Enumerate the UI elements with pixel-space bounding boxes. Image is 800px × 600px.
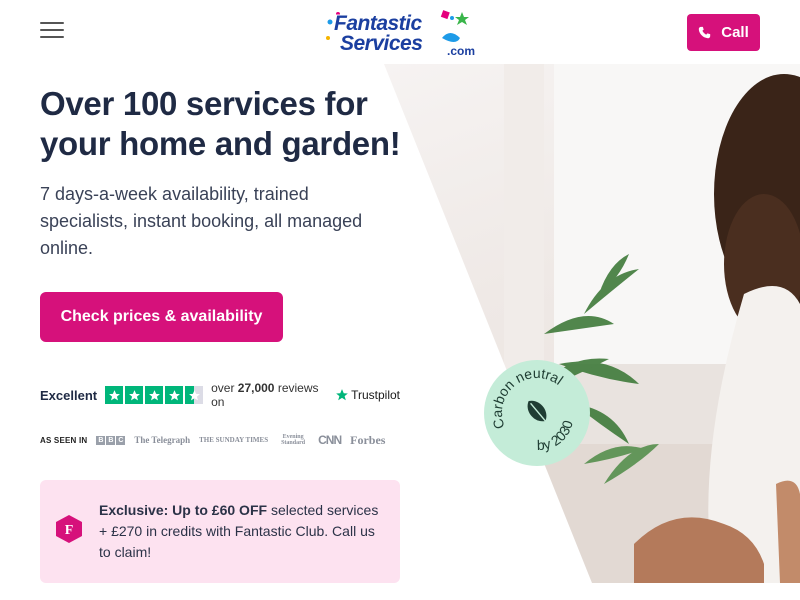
site-header: Fantastic Services .com Call [0, 0, 800, 64]
star-icon [105, 386, 124, 404]
as-seen-in-label: AS SEEN IN [40, 435, 88, 445]
cnn-logo: CNN [318, 433, 342, 447]
hamburger-icon[interactable] [40, 22, 64, 40]
carbon-neutral-badge: Carbon neutral by 2030 [484, 360, 590, 466]
as-seen-in-strip: AS SEEN IN BBC The Telegraph THE SUNDAY … [40, 432, 400, 448]
page-headline: Over 100 services for your home and gard… [40, 85, 401, 162]
trustpilot-rating-word: Excellent [40, 387, 98, 403]
hero-diagonal-mask [384, 64, 592, 583]
trustpilot-widget[interactable]: Excellent over 27,000 reviews on Trustpi… [40, 381, 400, 409]
star-icon [165, 386, 184, 404]
fantastic-club-icon: F [56, 515, 82, 543]
check-prices-button[interactable]: Check prices & availability [40, 292, 283, 342]
leaf-icon [527, 400, 547, 423]
svg-text:Carbon neutral: Carbon neutral [484, 360, 569, 436]
trustpilot-logo: Trustpilot [335, 388, 400, 402]
bbc-logo: BBC [96, 435, 126, 445]
hero-image [384, 64, 800, 583]
forbes-logo: Forbes [350, 432, 386, 447]
phone-icon [699, 26, 711, 39]
telegraph-logo: The Telegraph [134, 435, 191, 445]
logo-line2: Services [340, 32, 423, 55]
half-star-icon [185, 386, 204, 404]
badge-top-text: Carbon neutral [484, 360, 569, 436]
call-button-label: Call [721, 24, 749, 41]
promo-text: Exclusive: Up to £60 OFF selected servic… [99, 502, 379, 560]
trustpilot-stars [105, 386, 204, 404]
trustpilot-star-icon [336, 389, 348, 401]
star-icon [125, 386, 144, 404]
star-icon [145, 386, 164, 404]
sunday-times-logo: THE SUNDAY TIMES [199, 436, 269, 444]
hero-subtext: 7 days-a-week availability, trained spec… [40, 184, 363, 258]
logo-suffix: .com [447, 44, 476, 58]
svg-text:F: F [65, 523, 74, 538]
call-button[interactable]: Call [687, 14, 760, 51]
evening-standard-logo: Evening Standard [281, 434, 306, 446]
fantastic-club-promo: F Exclusive: Up to £60 OFF selected serv… [40, 480, 400, 583]
trustpilot-reviews: over 27,000 reviews on [211, 381, 319, 409]
fantastic-services-logo[interactable]: Fantastic Services .com [324, 8, 476, 58]
